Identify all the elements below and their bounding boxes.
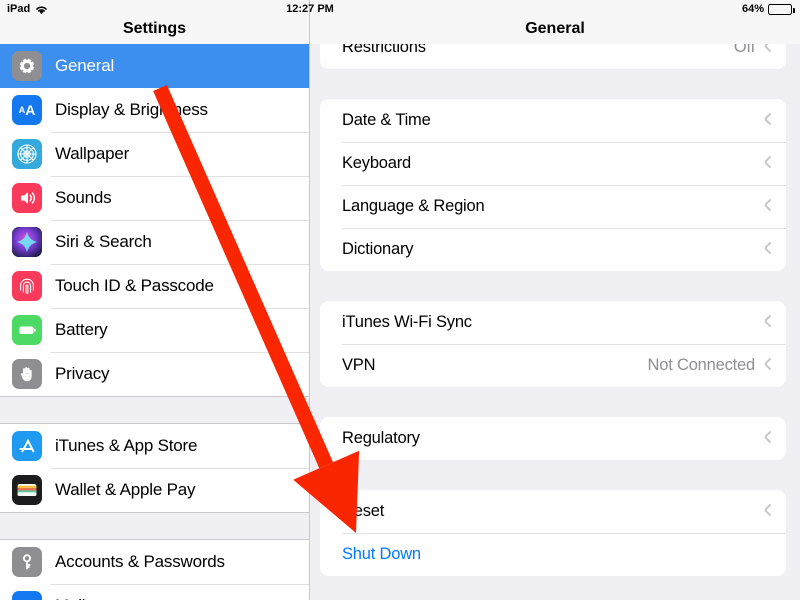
detail-group-separator: [310, 387, 800, 417]
settings-row-value: Not Connected: [647, 356, 756, 374]
settings-group-card: iTunes Wi-Fi Sync VPN Not Connected: [320, 301, 786, 387]
chevron-right-icon: [764, 316, 772, 329]
gear-icon: [12, 51, 42, 81]
text-size-icon: AA: [12, 95, 42, 125]
sidebar-item-label: Display & Brightness: [55, 100, 208, 119]
settings-row-date-time[interactable]: Date & Time: [320, 99, 786, 142]
sidebar-item-label: Accounts & Passwords: [55, 552, 225, 571]
chevron-right-icon: [764, 432, 772, 445]
ipad-settings-screen: Settings General A A Display & Brightness Wa…: [0, 0, 800, 600]
sidebar-item-label: General: [55, 56, 115, 75]
settings-group-card: Regulatory: [320, 417, 786, 460]
sidebar-item-accounts-passwords[interactable]: Accounts & Passwords: [0, 540, 309, 584]
sidebar-item-general[interactable]: General: [0, 44, 309, 88]
chevron-right-icon: [764, 114, 772, 127]
sidebar-item-label: iTunes & App Store: [55, 436, 198, 455]
flower-icon: [12, 139, 42, 169]
sidebar-list: General A A Display & Brightness Wallpaper So…: [0, 44, 309, 600]
settings-row-itunes-wi-fi-sync[interactable]: iTunes Wi-Fi Sync: [320, 301, 786, 344]
chevron-right-icon: [764, 505, 772, 518]
sidebar-item-sounds[interactable]: Sounds: [0, 176, 309, 220]
sidebar-item-label: Touch ID & Passcode: [55, 276, 214, 295]
sidebar-item-wallet-apple-pay[interactable]: Wallet & Apple Pay: [0, 468, 309, 512]
sidebar-item-mail[interactable]: Mail: [0, 584, 309, 600]
general-detail-panel: General Restrictions Off Date & Time Keyboa…: [310, 0, 800, 600]
sidebar-item-label: Mail: [55, 596, 86, 600]
settings-group-card: Reset Shut Down: [320, 490, 786, 576]
sidebar-item-label: Privacy: [55, 364, 110, 383]
settings-row-label: Keyboard: [342, 154, 412, 172]
hand-icon: [12, 359, 42, 389]
sidebar-item-wallpaper[interactable]: Wallpaper: [0, 132, 309, 176]
sidebar-item-label: Wallet & Apple Pay: [55, 480, 196, 499]
fingerprint-icon: [12, 271, 42, 301]
settings-group-card: Date & Time Keyboard Language & Region Dict…: [320, 99, 786, 271]
mail-icon: [12, 591, 42, 600]
sidebar-group: iTunes & App Store Wallet & Apple Pay: [0, 424, 309, 512]
settings-row-regulatory[interactable]: Regulatory: [320, 417, 786, 460]
settings-row-label: Shut Down: [342, 545, 421, 563]
chevron-right-icon: [764, 157, 772, 170]
sidebar-item-display-brightness[interactable]: A A Display & Brightness: [0, 88, 309, 132]
settings-row-label: Dictionary: [342, 240, 414, 258]
settings-row-label: Reset: [342, 502, 385, 520]
settings-sidebar: Settings General A A Display & Brightness Wa…: [0, 0, 310, 600]
settings-row-label: VPN: [342, 356, 376, 374]
settings-row-keyboard[interactable]: Keyboard: [320, 142, 786, 185]
sidebar-title: Settings: [0, 0, 309, 44]
siri-icon: [12, 227, 42, 257]
battery-icon: [12, 315, 42, 345]
detail-group-separator: [310, 460, 800, 490]
sidebar-item-label: Sounds: [55, 188, 112, 207]
chevron-right-icon: [764, 243, 772, 256]
settings-row-label: Language & Region: [342, 197, 485, 215]
sidebar-group: Accounts & Passwords Mail: [0, 540, 309, 600]
settings-row-shut-down[interactable]: Shut Down: [320, 533, 786, 576]
detail-title: General: [310, 0, 800, 44]
sidebar-item-battery[interactable]: Battery: [0, 308, 309, 352]
settings-row-label: Date & Time: [342, 111, 431, 129]
settings-row-dictionary[interactable]: Dictionary: [320, 228, 786, 271]
sidebar-group-separator: [0, 396, 309, 424]
settings-row-reset[interactable]: Reset: [320, 490, 786, 533]
sidebar-item-label: Siri & Search: [55, 232, 152, 251]
sidebar-group-separator: [0, 512, 309, 540]
settings-row-label: iTunes Wi-Fi Sync: [342, 313, 472, 331]
chevron-right-icon: [764, 200, 772, 213]
detail-group-separator: [310, 271, 800, 301]
settings-row-vpn[interactable]: VPN Not Connected: [320, 344, 786, 387]
sidebar-item-itunes-app-store[interactable]: iTunes & App Store: [0, 424, 309, 468]
sidebar-item-siri-search[interactable]: Siri & Search: [0, 220, 309, 264]
sidebar-item-label: Battery: [55, 320, 108, 339]
wallet-icon: [12, 475, 42, 505]
detail-group-separator: [310, 69, 800, 99]
key-icon: [12, 547, 42, 577]
sidebar-group: General A A Display & Brightness Wallpaper So…: [0, 44, 309, 396]
chevron-right-icon: [764, 359, 772, 372]
app-store-icon: [12, 431, 42, 461]
detail-scroll-area[interactable]: Restrictions Off Date & Time Keyboard Langua…: [310, 26, 800, 600]
speaker-icon: [12, 183, 42, 213]
sidebar-item-label: Wallpaper: [55, 144, 130, 163]
sidebar-item-privacy[interactable]: Privacy: [0, 352, 309, 396]
sidebar-item-touch-id-passcode[interactable]: Touch ID & Passcode: [0, 264, 309, 308]
settings-row-label: Regulatory: [342, 429, 420, 447]
settings-row-language-region[interactable]: Language & Region: [320, 185, 786, 228]
